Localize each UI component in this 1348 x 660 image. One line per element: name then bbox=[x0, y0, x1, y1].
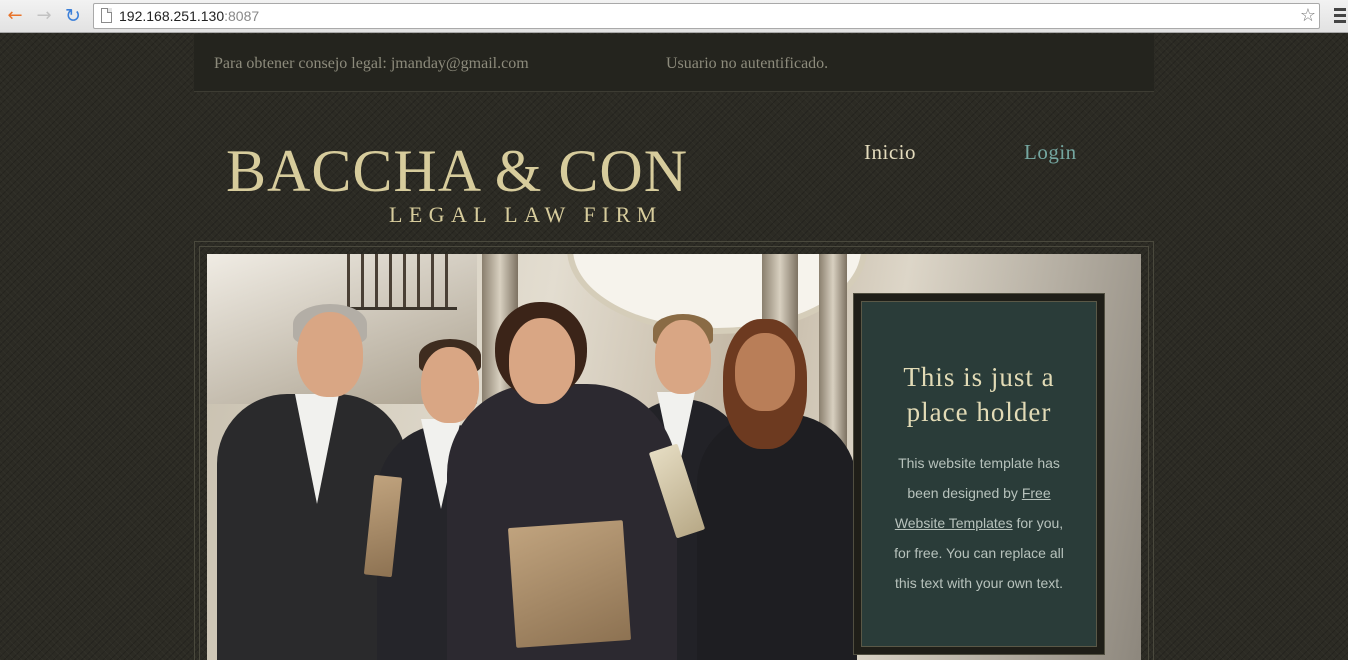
legal-contact-text: Para obtener consejo legal: jmanday@gmai… bbox=[214, 55, 529, 72]
browser-menu-icon[interactable] bbox=[1334, 8, 1346, 23]
placeholder-panel: This is just a place holder This website… bbox=[853, 293, 1105, 655]
reload-icon[interactable]: ↻ bbox=[61, 5, 85, 27]
page-icon bbox=[101, 8, 112, 23]
nav-item-inicio[interactable]: Inicio bbox=[864, 140, 916, 165]
address-bar[interactable]: 192.168.251.130:8087 ☆ bbox=[93, 3, 1320, 29]
nav-item-login[interactable]: Login bbox=[1024, 140, 1077, 165]
bookmark-star-icon[interactable]: ☆ bbox=[1300, 5, 1316, 26]
site-logo[interactable]: BACCHA & CON LEGAL LAW FIRM bbox=[226, 138, 696, 227]
browser-toolbar: ← → ↻ 192.168.251.130:8087 ☆ bbox=[0, 0, 1348, 33]
logo-tagline: LEGAL LAW FIRM bbox=[389, 202, 663, 227]
top-info-bar: Para obtener consejo legal: jmanday@gmai… bbox=[194, 34, 1154, 92]
logo-name: BACCHA & CON bbox=[226, 138, 689, 204]
placeholder-text: This website template has been designed … bbox=[892, 448, 1066, 598]
forward-arrow-icon[interactable]: → bbox=[32, 5, 56, 27]
url-host: 192.168.251.130 bbox=[119, 8, 225, 24]
placeholder-title: This is just a place holder bbox=[903, 362, 1055, 427]
url-text: 192.168.251.130:8087 bbox=[119, 8, 259, 24]
auth-status-text: Usuario no autentificado. bbox=[666, 55, 829, 72]
back-arrow-icon[interactable]: ← bbox=[3, 5, 27, 27]
url-port: :8087 bbox=[224, 8, 260, 24]
